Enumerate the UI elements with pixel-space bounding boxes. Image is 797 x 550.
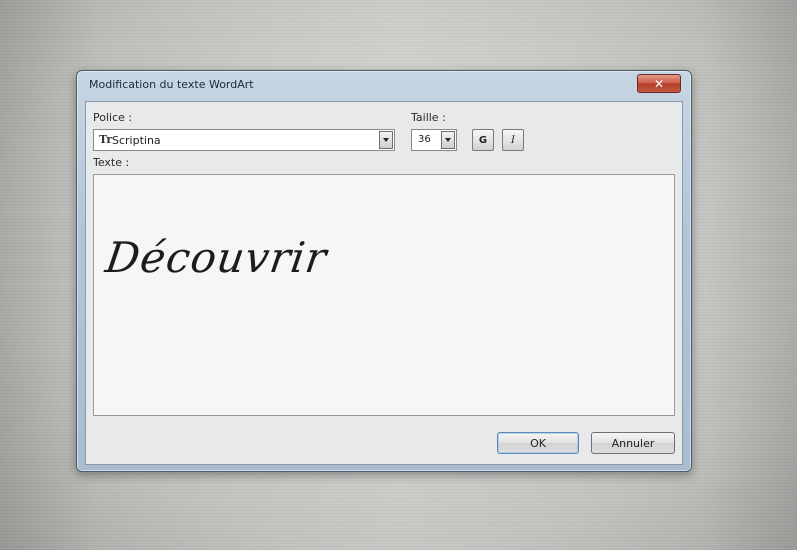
chevron-down-icon — [383, 138, 389, 142]
text-label: Texte : — [93, 156, 130, 169]
size-select[interactable]: 36 — [411, 129, 457, 151]
size-label: Taille : — [411, 111, 446, 124]
truetype-font-icon: Tr — [99, 133, 113, 146]
font-select[interactable]: Tr Scriptina — [93, 129, 395, 151]
font-label: Police : — [93, 111, 133, 124]
wordart-text-input[interactable]: Découvrir — [93, 174, 675, 416]
font-dropdown-button[interactable] — [379, 131, 393, 149]
close-button[interactable]: ✕ — [637, 74, 681, 93]
dialog-body: Police : Taille : Tr Scriptina 36 G I Te… — [85, 101, 683, 465]
wordart-text-value: Découvrir — [102, 233, 331, 282]
italic-button[interactable]: I — [502, 129, 524, 151]
wordart-edit-dialog: Modification du texte WordArt ✕ Police :… — [76, 70, 692, 472]
ok-button[interactable]: OK — [497, 432, 579, 454]
size-dropdown-button[interactable] — [441, 131, 455, 149]
dialog-titlebar[interactable]: Modification du texte WordArt ✕ — [77, 71, 691, 101]
cancel-button[interactable]: Annuler — [591, 432, 675, 454]
bold-button[interactable]: G — [472, 129, 494, 151]
chevron-down-icon — [445, 138, 451, 142]
close-icon: ✕ — [653, 76, 665, 91]
dialog-title: Modification du texte WordArt — [89, 78, 254, 91]
font-select-value: Scriptina — [112, 134, 161, 147]
size-select-value: 36 — [418, 134, 431, 145]
